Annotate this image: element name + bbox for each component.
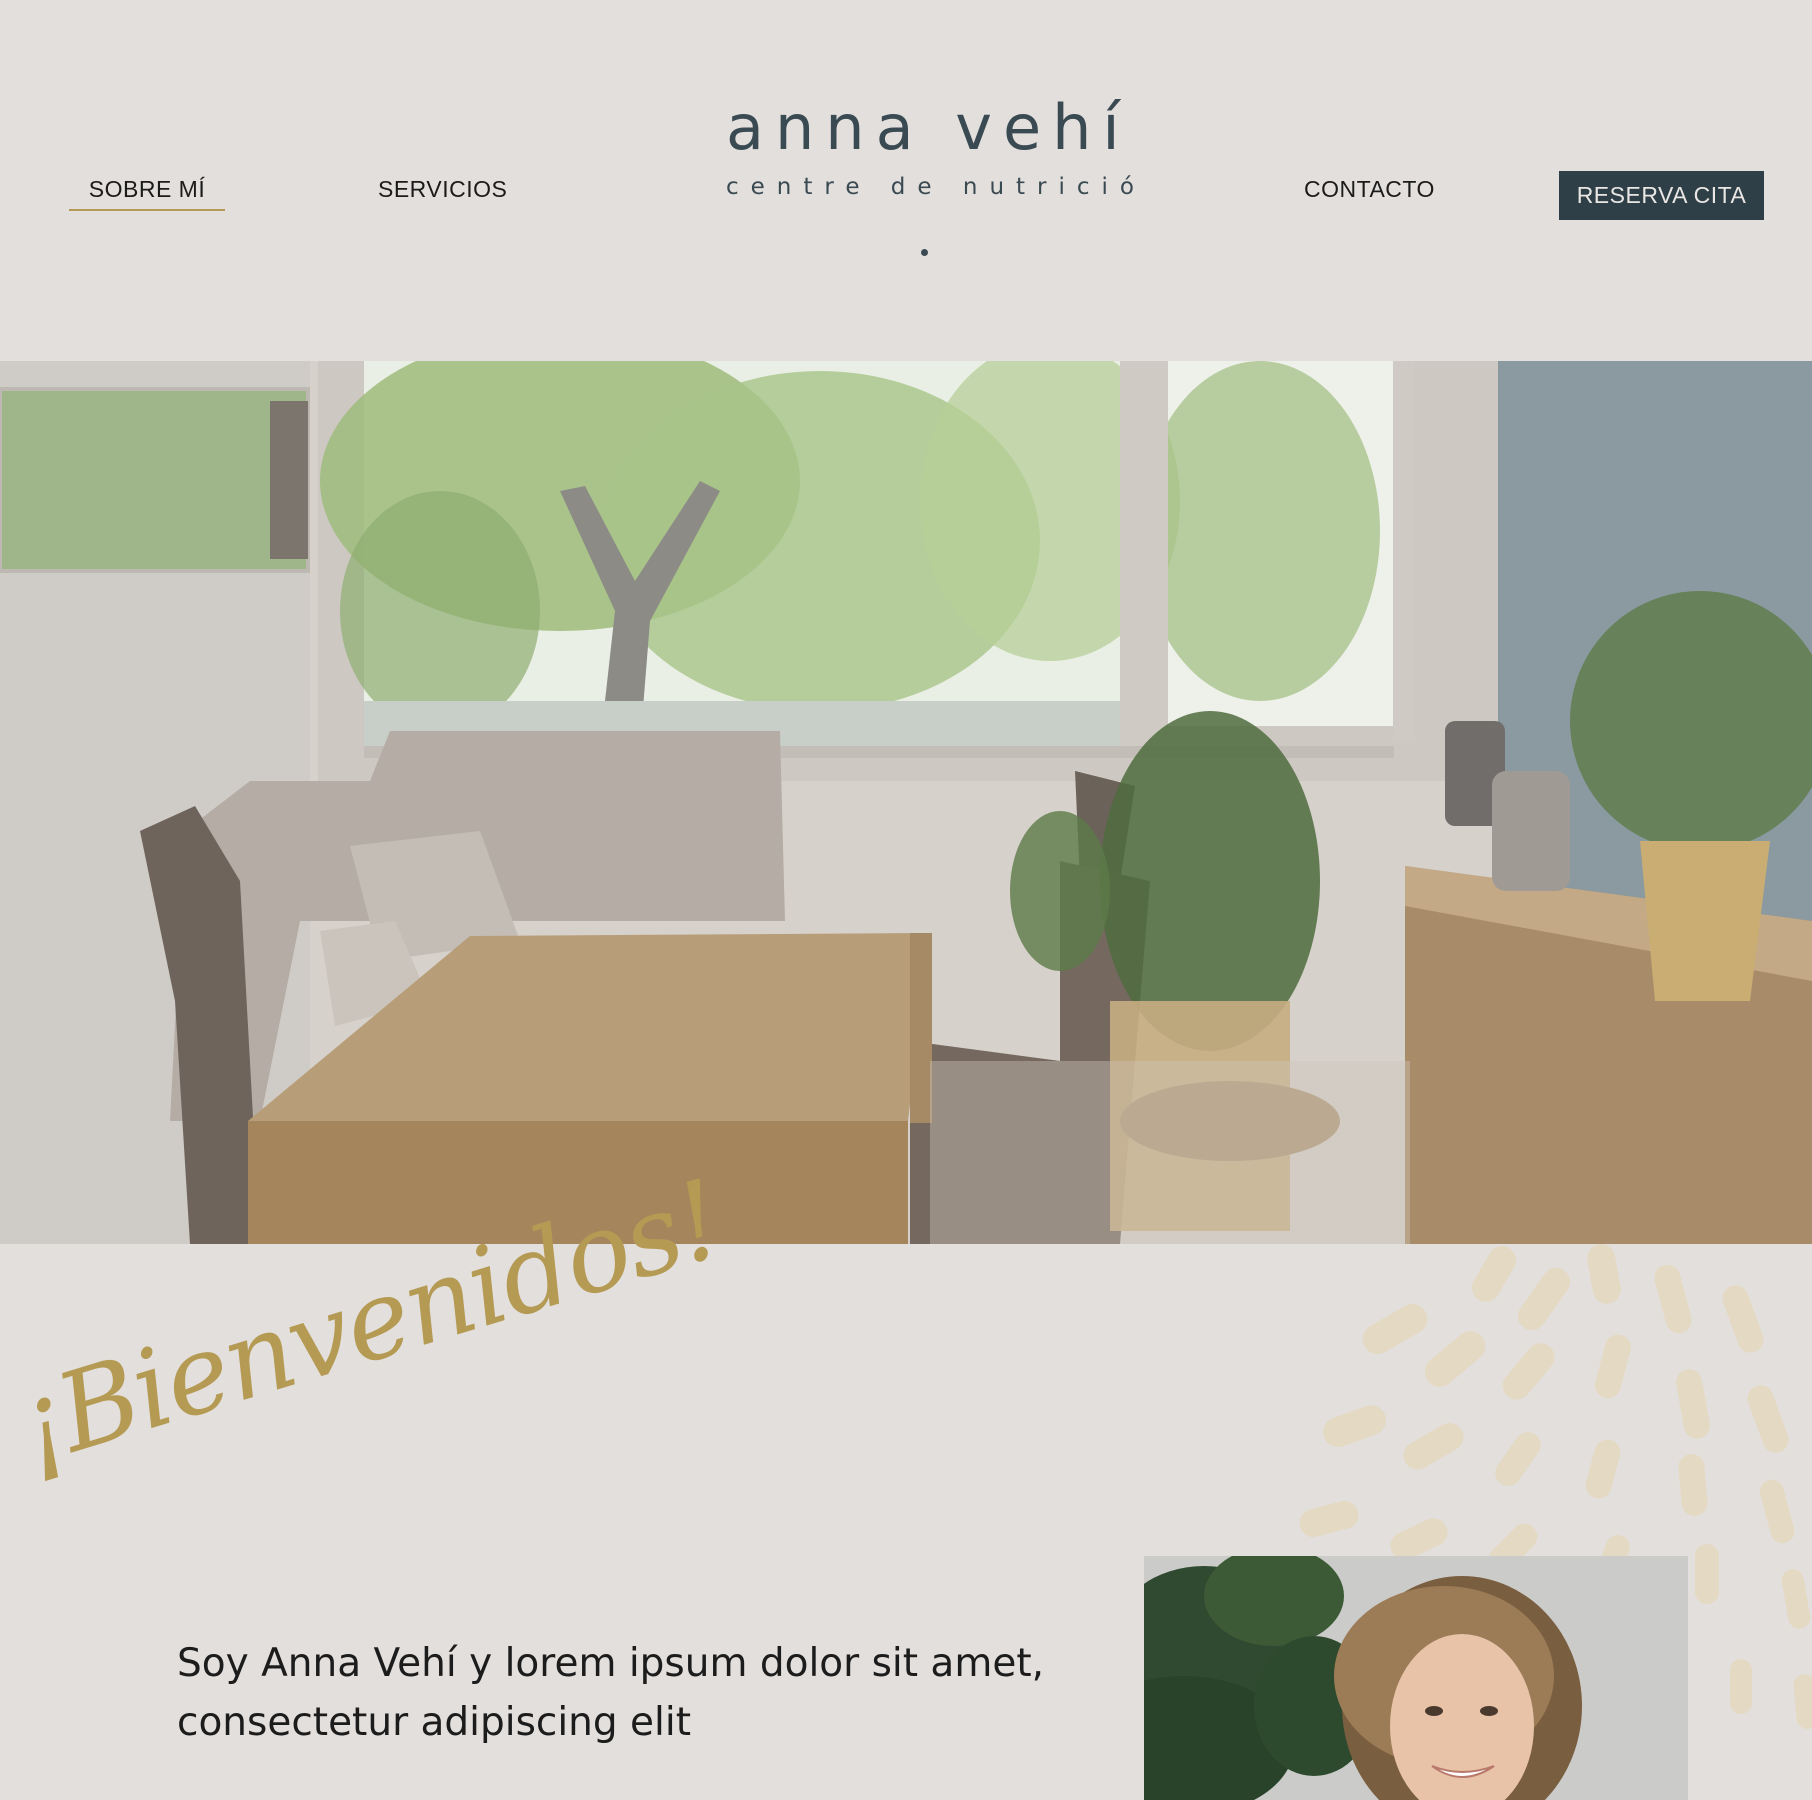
nav-link-contacto[interactable]: CONTACTO [1304, 176, 1435, 203]
nav-link-sobre-mi[interactable]: SOBRE MÍ [69, 176, 225, 211]
hero-image [0, 361, 1812, 1244]
logo-name: anna vehí [726, 91, 1131, 164]
logo-dot [921, 249, 928, 256]
intro-line-1: Soy Anna Vehí y lorem ipsum dolor sit am… [177, 1641, 1045, 1686]
nav-link-servicios[interactable]: SERVICIOS [378, 176, 507, 203]
site-logo[interactable]: anna vehí centre de nutrició [726, 91, 1146, 202]
portrait-photo [1144, 1556, 1688, 1800]
intro-line-2: consectetur adipiscing elit [177, 1700, 692, 1745]
logo-subtitle: centre de nutrició [726, 174, 1146, 200]
reserva-cita-button[interactable]: RESERVA CITA [1559, 171, 1764, 220]
intro-text: Soy Anna Vehí y lorem ipsum dolor sit am… [177, 1634, 1077, 1752]
page: SOBRE MÍ SERVICIOS anna vehí centre de n… [0, 0, 1812, 1800]
